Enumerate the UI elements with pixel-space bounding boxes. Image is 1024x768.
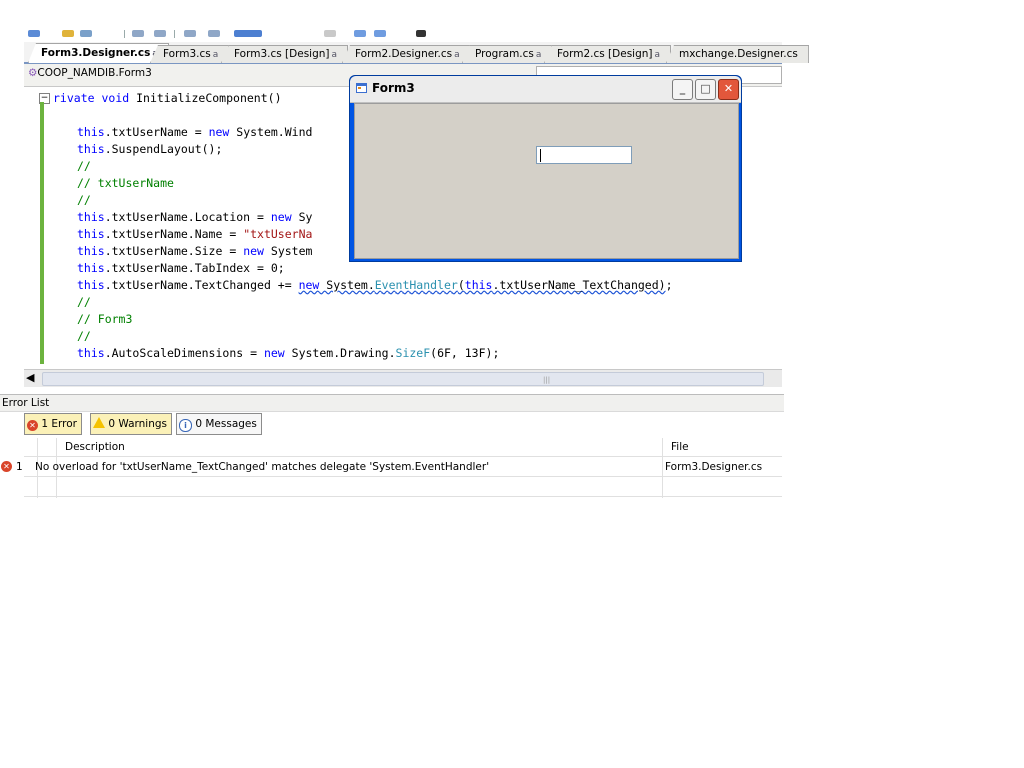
tab-label: Form3.cs [163, 48, 211, 60]
code-comment: // [77, 329, 91, 343]
username-textbox[interactable] [536, 146, 632, 164]
toolbar-icon[interactable] [80, 30, 92, 37]
tab-program-cs[interactable]: Program.cs a [462, 45, 553, 63]
toolbar-separator [124, 30, 125, 38]
table-row[interactable]: ✕ 1 No overload for 'txtUserName_TextCha… [0, 458, 782, 476]
toolbar-icon[interactable] [184, 30, 196, 37]
lock-icon: a [535, 50, 542, 60]
form3-window[interactable]: Form3 _ □ ✕ [349, 75, 742, 262]
lock-icon: a [454, 50, 460, 60]
change-bar [40, 102, 44, 364]
lock-icon: a [331, 50, 338, 60]
grip-icon: ||| [543, 376, 551, 384]
code-line-error: this.txtUserName.TextChanged += new Syst… [77, 278, 673, 292]
code-line: this.AutoScaleDimensions = new System.Dr… [77, 346, 500, 360]
tab-form2-designer[interactable]: Form2.Designer.cs a [342, 45, 471, 63]
toolbar-icon[interactable] [208, 30, 220, 37]
text-caret [540, 149, 541, 162]
window-title-bar[interactable]: Form3 _ □ ✕ [350, 76, 741, 103]
code-comment: // [77, 295, 91, 309]
toolbar-icon[interactable] [354, 30, 366, 37]
class-icon: ⚙ [28, 67, 38, 79]
toolbar-icon[interactable] [132, 30, 144, 37]
lock-icon: a [654, 50, 661, 60]
tab-label: Form2.Designer.cs [355, 48, 453, 60]
error-list-panel: Error List ✕ 1 Error 0 Warnings i 0 Mess… [0, 392, 784, 502]
tab-mxchange-designer[interactable]: mxchange.Designer.cs [666, 45, 809, 63]
code-comment: // Form3 [77, 312, 133, 326]
toolbar-icon[interactable] [62, 30, 74, 37]
code-comment: // [77, 159, 91, 173]
code-comment: // [77, 193, 91, 207]
tab-label: Form2.cs [Design] [557, 48, 653, 60]
tab-form3-design[interactable]: Form3.cs [Design] a [221, 45, 349, 63]
form-icon [356, 83, 367, 93]
code-line: this.txtUserName.TabIndex = 0; [77, 261, 285, 275]
toolbar-dropdown-icon[interactable] [416, 30, 426, 37]
column-header-description[interactable]: Description [65, 438, 125, 456]
horizontal-scrollbar[interactable]: ◀ ||| [24, 369, 782, 387]
maximize-button[interactable]: □ [695, 79, 716, 100]
tab-form3-cs[interactable]: Form3.cs a [150, 45, 230, 63]
tab-form3-designer[interactable]: Form3.Designer.csa [28, 43, 170, 63]
code-line: this.txtUserName.Size = new System [77, 244, 313, 258]
error-file: Form3.Designer.cs [665, 461, 763, 473]
tab-label: Form3.Designer.cs [41, 47, 151, 59]
class-combo-label: COOP_NAMDIB.Form3 [37, 67, 152, 79]
toolbar-icon[interactable] [154, 30, 166, 37]
code-line: rivate void InitializeComponent() [53, 91, 282, 105]
error-list-grid: Description File ✕ 1 No overload for 'tx… [1, 438, 782, 498]
error-list-title: Error List [0, 394, 784, 412]
error-description: No overload for 'txtUserName_TextChanged… [35, 461, 490, 473]
error-number: 1 [16, 461, 23, 473]
editor-margin [24, 88, 38, 368]
toolbar-icon[interactable] [234, 30, 262, 37]
form-client-area [354, 103, 739, 259]
code-line: this.txtUserName.Name = "txtUserNa [77, 227, 313, 241]
code-line: this.txtUserName.Location = new Sy [77, 210, 313, 224]
class-combo[interactable]: ⚙COOP_NAMDIB.Form3 [28, 67, 152, 79]
error-icon: ✕ [27, 420, 38, 431]
toolbar-icon[interactable] [374, 30, 386, 37]
toolbar-icon[interactable] [324, 30, 336, 37]
errors-filter-button[interactable]: ✕ 1 Error [24, 413, 82, 435]
code-line: this.txtUserName = new System.Wind [77, 125, 313, 139]
toolbar-icon[interactable] [28, 30, 40, 37]
messages-filter-button[interactable]: i 0 Messages [176, 413, 262, 435]
info-icon: i [179, 419, 192, 432]
document-tab-bar: Form3.Designer.csa Form3.csa Form3.cs [D… [24, 42, 809, 64]
scroll-thumb[interactable]: ||| [42, 372, 764, 386]
window-title: Form3 [372, 81, 415, 95]
lock-icon: a [212, 50, 219, 60]
warning-icon [93, 417, 105, 428]
scroll-left-icon[interactable]: ◀ [26, 371, 34, 384]
code-comment: // txtUserName [77, 176, 174, 190]
minimize-button[interactable]: _ [672, 79, 693, 100]
tab-label: Form3.cs [Design] [234, 48, 330, 60]
tab-form2-design[interactable]: Form2.cs [Design] a [544, 45, 672, 63]
code-line: this.SuspendLayout(); [77, 142, 223, 156]
warnings-filter-button[interactable]: 0 Warnings [90, 413, 173, 435]
toolbar-separator [174, 30, 175, 38]
toolbar [24, 30, 782, 40]
error-icon: ✕ [1, 461, 12, 472]
tab-label: mxchange.Designer.cs [679, 48, 798, 60]
tab-label: Program.cs [475, 48, 534, 60]
close-button[interactable]: ✕ [718, 79, 739, 100]
column-header-file[interactable]: File [671, 438, 689, 456]
